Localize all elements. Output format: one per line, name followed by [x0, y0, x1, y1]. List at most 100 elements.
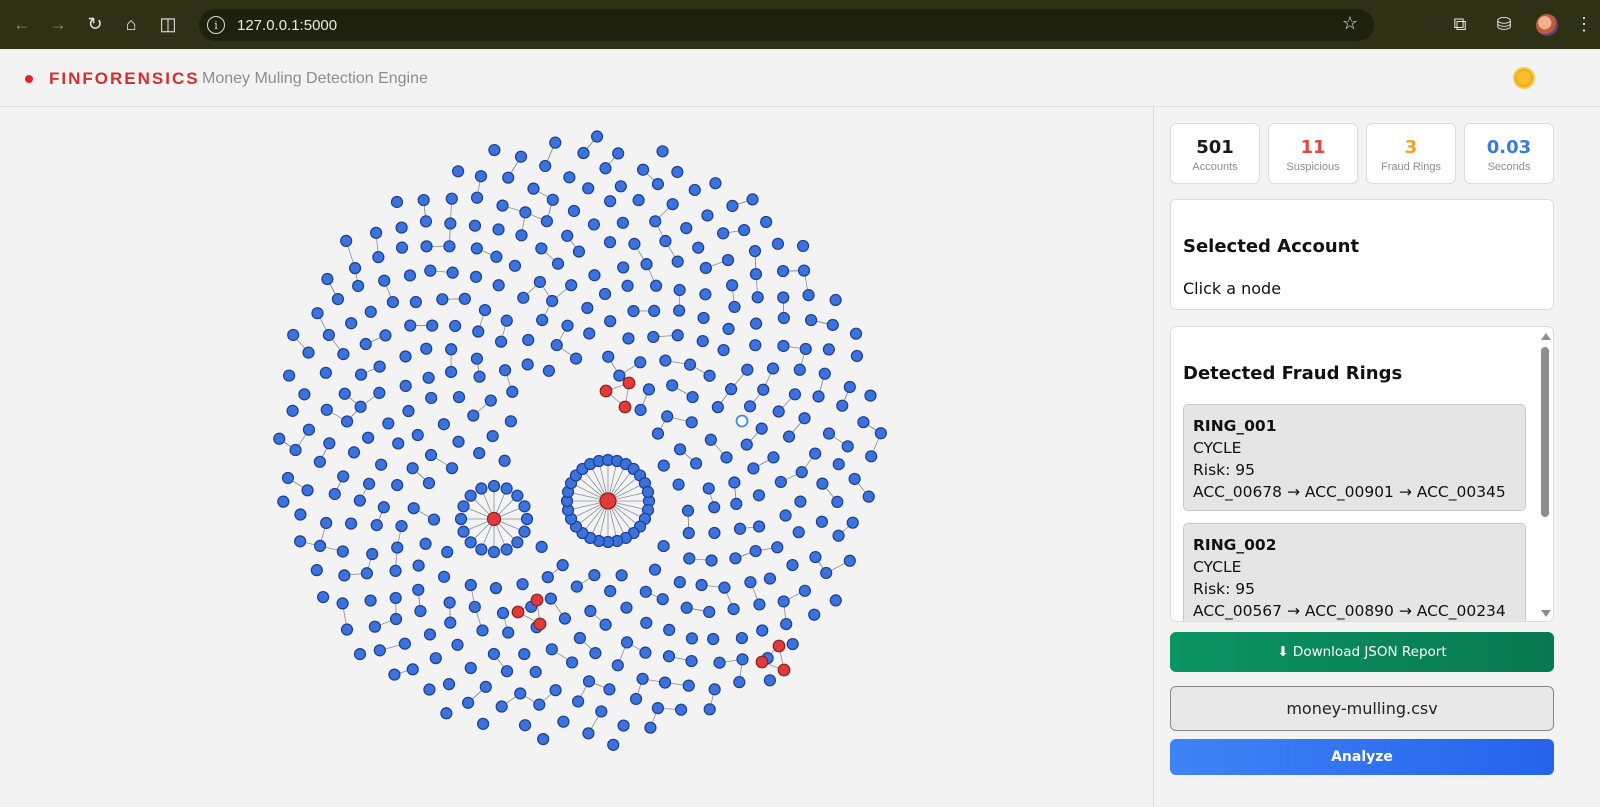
account-node[interactable] — [395, 221, 408, 234]
account-node[interactable] — [301, 484, 314, 497]
account-node[interactable] — [468, 219, 482, 232]
fraud-ring-item[interactable]: RING_001 CYCLE Risk: 95 ACC_00678 → ACC_… — [1183, 404, 1526, 511]
account-node[interactable] — [572, 695, 585, 708]
account-node[interactable] — [675, 703, 688, 716]
account-node[interactable] — [572, 245, 586, 258]
account-node[interactable] — [757, 383, 770, 396]
account-node[interactable] — [495, 700, 508, 713]
account-node[interactable] — [362, 477, 376, 490]
account-node[interactable] — [751, 291, 764, 304]
account-node[interactable] — [419, 537, 432, 550]
account-node[interactable] — [671, 165, 684, 179]
account-node[interactable] — [518, 647, 531, 661]
account-node[interactable] — [353, 648, 367, 661]
account-node[interactable] — [317, 590, 330, 604]
account-node[interactable] — [468, 600, 481, 614]
account-node[interactable] — [561, 229, 574, 242]
account-node[interactable] — [320, 403, 333, 416]
rings-scrollbar[interactable] — [1538, 327, 1553, 621]
account-node[interactable] — [671, 255, 684, 268]
account-node[interactable] — [640, 616, 653, 629]
scroll-up-icon[interactable] — [1541, 333, 1551, 340]
account-node[interactable] — [794, 495, 807, 508]
account-node[interactable] — [419, 215, 433, 228]
account-node[interactable] — [656, 593, 669, 606]
account-node[interactable] — [370, 519, 383, 532]
account-node[interactable] — [657, 459, 670, 472]
account-node[interactable] — [426, 319, 439, 332]
account-node[interactable] — [424, 264, 437, 277]
account-node[interactable] — [647, 330, 660, 344]
account-node[interactable] — [406, 462, 419, 475]
fraud-ring-node[interactable] — [618, 400, 632, 414]
account-node[interactable] — [639, 646, 652, 659]
account-node[interactable] — [469, 270, 483, 283]
fraud-ring-node[interactable] — [530, 593, 544, 607]
account-node[interactable] — [831, 495, 844, 508]
account-node[interactable] — [779, 509, 792, 522]
account-node[interactable] — [398, 637, 411, 650]
account-node[interactable] — [539, 159, 552, 173]
hub-spoke-node[interactable] — [511, 489, 524, 502]
account-node[interactable] — [682, 679, 695, 692]
account-node[interactable] — [544, 592, 557, 605]
account-node[interactable] — [741, 363, 754, 376]
account-node[interactable] — [391, 478, 404, 492]
account-node[interactable] — [389, 612, 403, 626]
account-node[interactable] — [449, 319, 462, 333]
suspicious-hub-node[interactable] — [599, 492, 617, 510]
hub-spoke-node[interactable] — [487, 545, 501, 559]
fraud-ring-node[interactable] — [772, 639, 786, 653]
account-node[interactable] — [382, 417, 395, 430]
account-node[interactable] — [522, 333, 535, 347]
account-node[interactable] — [582, 727, 595, 740]
account-node[interactable] — [662, 650, 676, 663]
account-node[interactable] — [657, 539, 670, 553]
account-node[interactable] — [370, 226, 383, 239]
account-node[interactable] — [673, 443, 687, 456]
account-node[interactable] — [612, 147, 625, 160]
account-node[interactable] — [727, 603, 740, 616]
account-node[interactable] — [298, 388, 311, 401]
account-node[interactable] — [331, 293, 345, 306]
account-node[interactable] — [820, 566, 833, 580]
account-node[interactable] — [545, 643, 558, 656]
account-node[interactable] — [651, 177, 665, 191]
account-node[interactable] — [470, 352, 484, 365]
account-node[interactable] — [808, 608, 821, 621]
account-node[interactable] — [582, 182, 595, 195]
account-node[interactable] — [795, 466, 808, 479]
account-node[interactable] — [378, 274, 391, 287]
account-node[interactable] — [798, 412, 811, 425]
hub-spoke-node[interactable] — [464, 489, 477, 502]
account-node[interactable] — [386, 295, 399, 309]
account-node[interactable] — [849, 327, 863, 340]
account-node[interactable] — [496, 606, 510, 620]
account-node[interactable] — [680, 601, 693, 614]
account-node[interactable] — [760, 215, 773, 229]
account-node[interactable] — [649, 215, 662, 228]
account-node[interactable] — [302, 346, 315, 359]
star-icon[interactable]: ☆ — [1342, 13, 1358, 34]
account-node[interactable] — [399, 350, 412, 363]
hub-spoke-node[interactable] — [475, 543, 488, 556]
account-node[interactable] — [642, 383, 656, 396]
account-node[interactable] — [614, 180, 627, 193]
account-node[interactable] — [755, 422, 768, 435]
account-node[interactable] — [379, 329, 392, 342]
account-node[interactable] — [749, 544, 762, 558]
account-node[interactable] — [557, 715, 570, 728]
account-node[interactable] — [442, 678, 456, 691]
account-node[interactable] — [577, 146, 590, 160]
account-node[interactable] — [340, 623, 354, 636]
account-node[interactable] — [756, 624, 769, 637]
hub-spoke-node[interactable] — [457, 500, 470, 513]
account-node[interactable] — [617, 719, 630, 732]
account-node[interactable] — [286, 404, 299, 417]
account-node[interactable] — [399, 379, 412, 393]
account-node[interactable] — [797, 264, 811, 277]
account-node[interactable] — [793, 363, 806, 376]
account-node[interactable] — [656, 145, 669, 158]
account-node[interactable] — [338, 569, 351, 582]
account-node[interactable] — [725, 383, 738, 396]
